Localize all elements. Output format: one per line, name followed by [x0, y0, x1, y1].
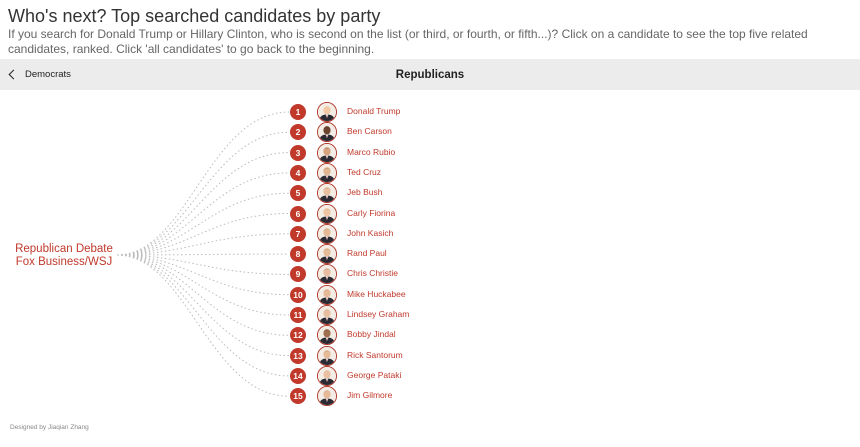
portrait-icon [318, 306, 336, 324]
connector-line [116, 111, 290, 256]
candidate-name[interactable]: Ted Cruz [347, 167, 381, 177]
connector-line [116, 253, 290, 256]
connector-line [116, 213, 290, 256]
connector-line [116, 254, 290, 336]
candidate-photo[interactable] [317, 244, 337, 265]
connector-line [116, 152, 290, 256]
portrait-icon [318, 387, 336, 406]
portrait-icon [318, 285, 336, 304]
candidate-photo[interactable] [317, 223, 337, 244]
candidate-photo[interactable] [317, 345, 337, 366]
portrait-icon [318, 184, 336, 203]
candidate-photo[interactable] [317, 365, 337, 386]
connector-line [116, 131, 290, 256]
connector-line [116, 254, 290, 275]
candidate-name[interactable]: Marco Rubio [347, 147, 395, 157]
connector-line [116, 254, 290, 357]
candidate-name[interactable]: Jeb Bush [347, 187, 382, 197]
rank-badge: 7 [290, 225, 306, 242]
candidate-name[interactable]: Lindsey Graham [347, 309, 409, 319]
connector-line [116, 254, 290, 377]
rank-badge: 10 [290, 286, 306, 303]
candidate-photo[interactable] [317, 203, 337, 224]
connector-tree [116, 111, 290, 397]
candidate-name[interactable]: Carly Fiorina [347, 208, 395, 218]
candidate-name[interactable]: George Pataki [347, 370, 401, 380]
rank-badge: 14 [290, 367, 306, 384]
connector-line [116, 254, 290, 296]
candidate-name[interactable]: Rick Santorum [347, 350, 403, 360]
portrait-icon [318, 265, 336, 284]
connector-line [116, 254, 290, 316]
candidate-name[interactable]: Rand Paul [347, 248, 387, 258]
rank-badge: 1 [290, 104, 306, 120]
candidate-name[interactable]: Bobby Jindal [347, 329, 396, 339]
portrait-icon [318, 326, 336, 345]
candidate-name[interactable]: Mike Huckabee [347, 289, 406, 299]
candidate-photo[interactable] [317, 102, 337, 122]
rank-badge: 8 [290, 246, 306, 263]
portrait-icon [318, 163, 336, 182]
candidate-photo[interactable] [317, 284, 337, 305]
candidate-name[interactable]: Donald Trump [347, 106, 400, 116]
connector-line [116, 192, 290, 256]
portrait-icon [318, 123, 336, 142]
portrait-icon [318, 366, 336, 385]
portrait-icon [318, 245, 336, 264]
connector-line [116, 233, 290, 256]
candidate-photo[interactable] [317, 142, 337, 163]
rank-badge: 4 [290, 164, 306, 181]
portrait-icon [318, 143, 336, 162]
portrait-icon [318, 103, 336, 121]
rank-badge: 3 [290, 144, 306, 161]
connector-line [116, 172, 290, 256]
portrait-icon [318, 346, 336, 365]
rank-badge: 11 [290, 307, 306, 323]
candidate-photo[interactable] [317, 305, 337, 325]
candidate-name[interactable]: Chris Christie [347, 268, 398, 278]
rank-badge: 13 [290, 347, 306, 364]
candidate-name[interactable]: Ben Carson [347, 126, 392, 136]
designer-credit: Designed by Jiaqian Zhang [10, 424, 89, 431]
rank-badge: 6 [290, 205, 306, 222]
candidate-name[interactable]: Jim Gilmore [347, 390, 392, 400]
candidate-name[interactable]: John Kasich [347, 228, 393, 238]
portrait-icon [318, 204, 336, 223]
candidate-photo[interactable] [317, 162, 337, 183]
portrait-icon [318, 224, 336, 243]
